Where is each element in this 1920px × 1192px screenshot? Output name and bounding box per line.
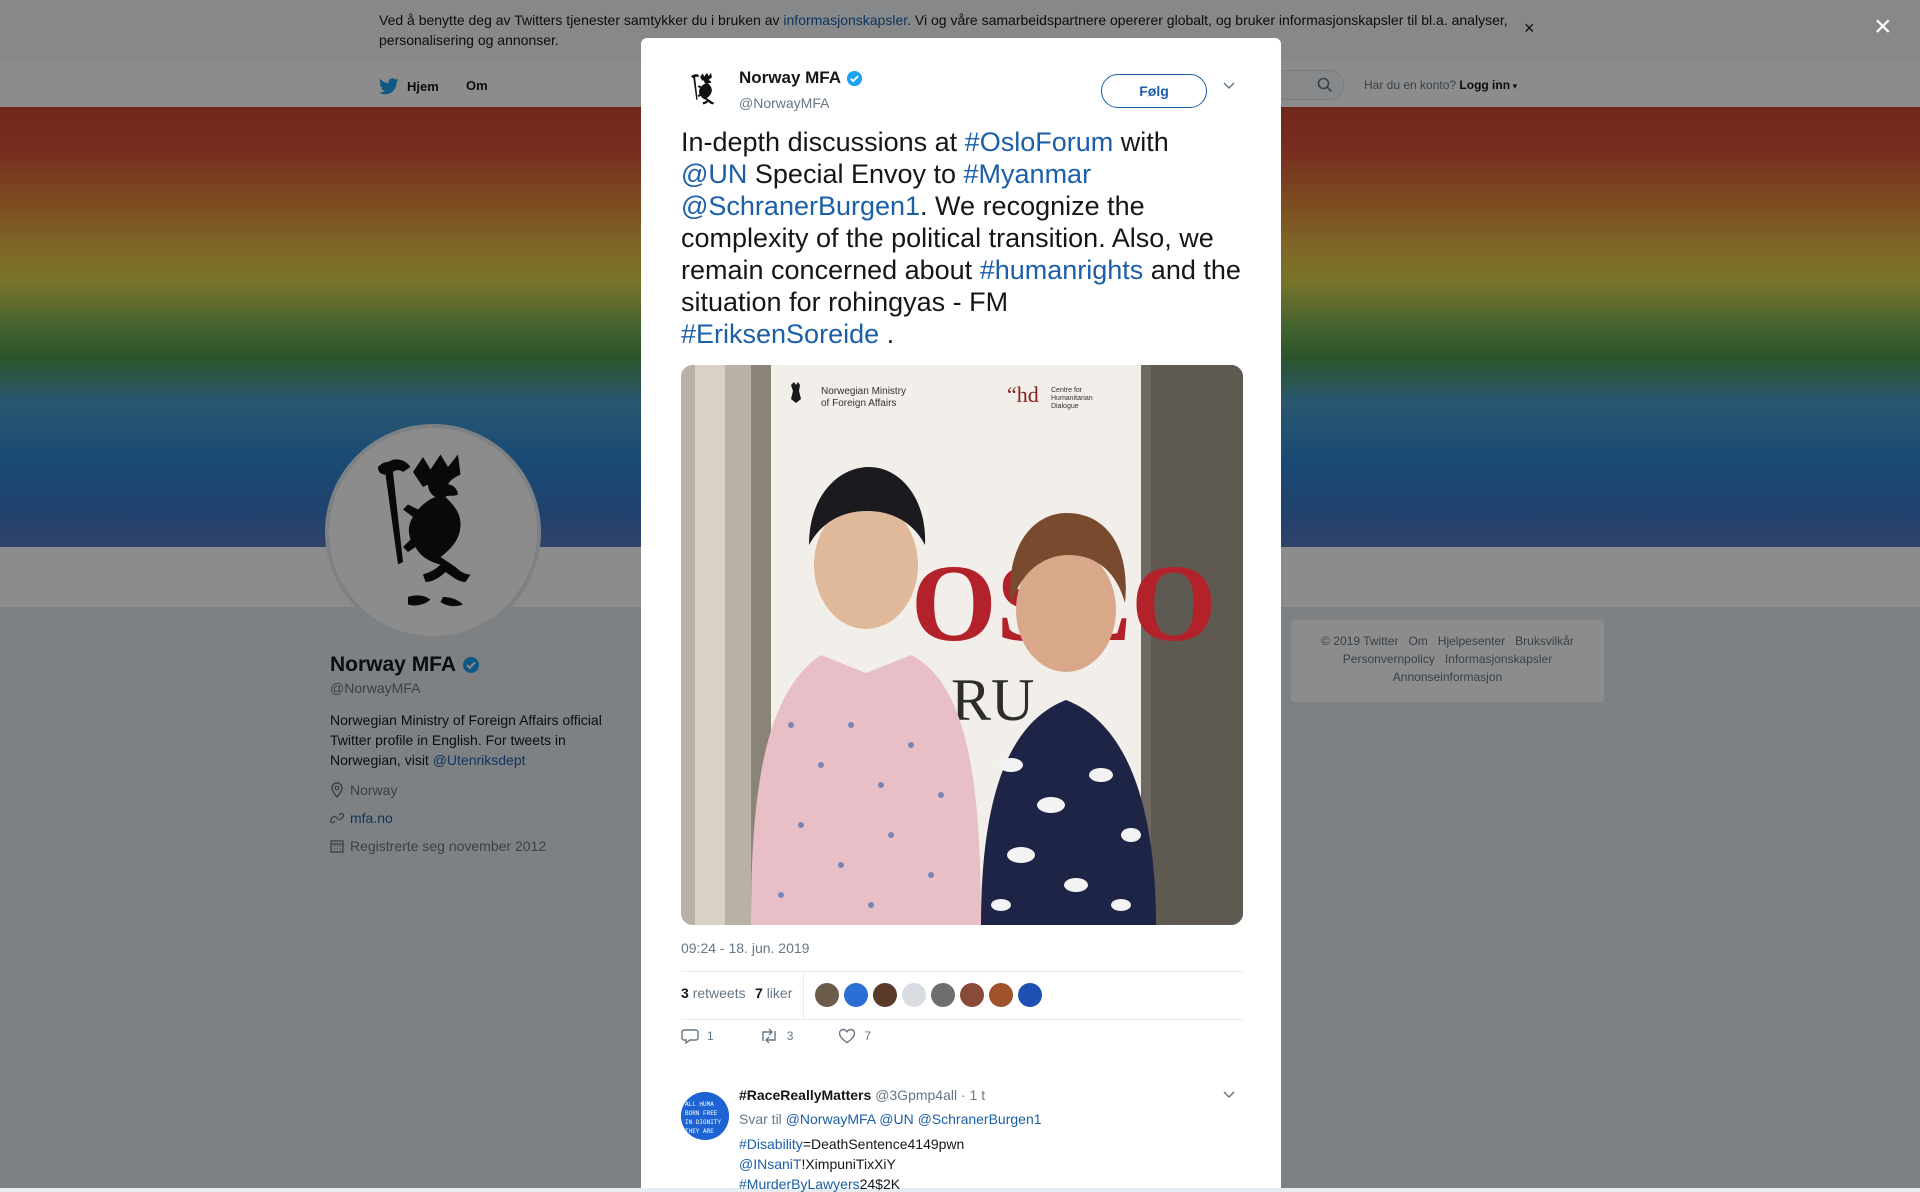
likes-count: 7 [755,985,763,1001]
photo-banner-hd: “hd [1007,382,1039,407]
likes-stat[interactable]: 7 liker [755,985,792,1001]
liker-avatar[interactable] [1018,983,1042,1007]
hashtag-link[interactable]: #OsloForum [965,127,1114,157]
reply-avatar-image: ALL HUMA BORN FREE IN DIGNITY THEY ARE [681,1092,729,1140]
tweet-author-avatar[interactable] [681,68,729,116]
hashtag-link[interactable]: #Myanmar [964,159,1092,189]
reply-action[interactable]: 1 [681,1028,714,1044]
likers-avatars [815,983,1042,1007]
reply-text-line: @INsaniT!XimpuniTixXiY [739,1156,896,1172]
retweet-count: 3 [786,1029,794,1043]
stats-divider [803,972,804,1019]
like-action[interactable]: 7 [838,1028,871,1044]
reply-author-handle[interactable]: @3Gpmp4all [875,1087,957,1103]
liker-avatar[interactable] [960,983,984,1007]
reply-text-line: #Disability=DeathSentence4149pwn [739,1136,964,1152]
reply-text-part: =DeathSentence4149pwn [802,1136,965,1152]
liker-avatar[interactable] [931,983,955,1007]
reply-author-name[interactable]: #RaceReallyMatters [739,1087,871,1103]
retweets-stat[interactable]: 3 retweets [681,985,746,1001]
reply-timestamp[interactable]: · 1 t [961,1087,985,1103]
hashtag-link[interactable]: #EriksenSoreide [681,319,879,349]
photo-illustration: Norwegian Ministry of Foreign Affairs “h… [681,365,1243,925]
tweet-author-name[interactable]: Norway MFA [739,68,863,88]
reply-text-line: #MurderByLawyers24$2K [739,1176,900,1192]
photo-banner-ministry-2: of Foreign Affairs [821,398,896,409]
reply-to-mentions[interactable]: @NorwayMFA @UN @SchranerBurgen1 [786,1111,1042,1127]
tweet-stats: 3 retweets 7 liker [681,971,1243,1020]
liker-avatar[interactable] [902,983,926,1007]
norway-lion-coat-of-arms-icon [691,72,715,105]
reply-count: 1 [707,1029,714,1043]
tweet-text-part: In-depth discussions at [681,127,965,157]
tweet-photo[interactable]: Norwegian Ministry of Foreign Affairs “h… [681,365,1243,925]
tweet-actions: 1 3 7 [681,1028,916,1044]
reply-header: #RaceReallyMatters @3Gpmp4all · 1 t [739,1087,985,1103]
retweet-icon [761,1028,776,1044]
liker-avatar[interactable] [815,983,839,1007]
tweet-modal: Norway MFA @NorwayMFA Følg In-depth disc… [641,38,1281,1192]
tweet-timestamp[interactable]: 09:24 - 18. jun. 2019 [681,940,809,956]
liker-avatar[interactable] [873,983,897,1007]
reply-avatar-text-2: BORN FREE [685,1110,718,1117]
reply-avatar-text: ALL HUMA [685,1101,714,1108]
photo-banner-hd-sub-3: Dialogue [1051,403,1079,410]
tweet-text: In-depth discussions at #OsloForum with … [681,126,1251,350]
tweet-text-part: Special Envoy to [747,159,964,189]
mention-link[interactable]: @UN [681,159,747,189]
modal-close-button[interactable]: × [1874,10,1892,44]
retweets-label: retweets [692,985,746,1001]
reply-text-part: 24$2K [859,1176,901,1192]
tweet-author-handle[interactable]: @NorwayMFA [739,95,829,111]
liker-avatar[interactable] [989,983,1013,1007]
likes-label: liker [766,985,793,1001]
reply-to-label: Svar til [739,1111,782,1127]
photo-banner-hd-sub-2: Humanitarian [1051,395,1093,402]
follow-button[interactable]: Følg [1101,74,1207,108]
tweet-text-part: with [1113,127,1169,157]
hashtag-link[interactable]: #Disability [739,1136,803,1152]
reply-text-part: !XimpuniTixXiY [801,1156,896,1172]
retweets-count: 3 [681,985,689,1001]
heart-icon [839,1028,856,1044]
hashtag-link[interactable]: #humanrights [980,255,1144,285]
mention-link[interactable]: @INsaniT [739,1156,801,1172]
like-count: 7 [864,1029,872,1043]
chevron-down-icon[interactable] [1223,82,1235,90]
photo-banner-ministry: Norwegian Ministry [821,386,906,397]
reply-icon [681,1029,699,1044]
tweet-author-name-text: Norway MFA [739,68,842,87]
verified-badge-icon [846,70,863,86]
reply-author-avatar[interactable]: ALL HUMA BORN FREE IN DIGNITY THEY ARE [681,1092,729,1140]
photo-banner-hd-sub: Centre for [1051,387,1083,394]
retweet-action[interactable]: 3 [759,1028,794,1044]
liker-avatar[interactable] [844,983,868,1007]
reply-to-line: Svar til @NorwayMFA @UN @SchranerBurgen1 [739,1111,1042,1127]
tweet-text-part: . [879,319,895,349]
photo-banner-ru: RU [951,667,1034,733]
reply-avatar-text-4: THEY ARE [685,1128,714,1135]
hashtag-link[interactable]: #MurderByLawyers [739,1176,860,1192]
chevron-down-icon[interactable] [1223,1091,1235,1099]
reply-avatar-text-3: IN DIGNITY [685,1119,721,1126]
mention-link[interactable]: @SchranerBurgen1 [681,191,920,221]
